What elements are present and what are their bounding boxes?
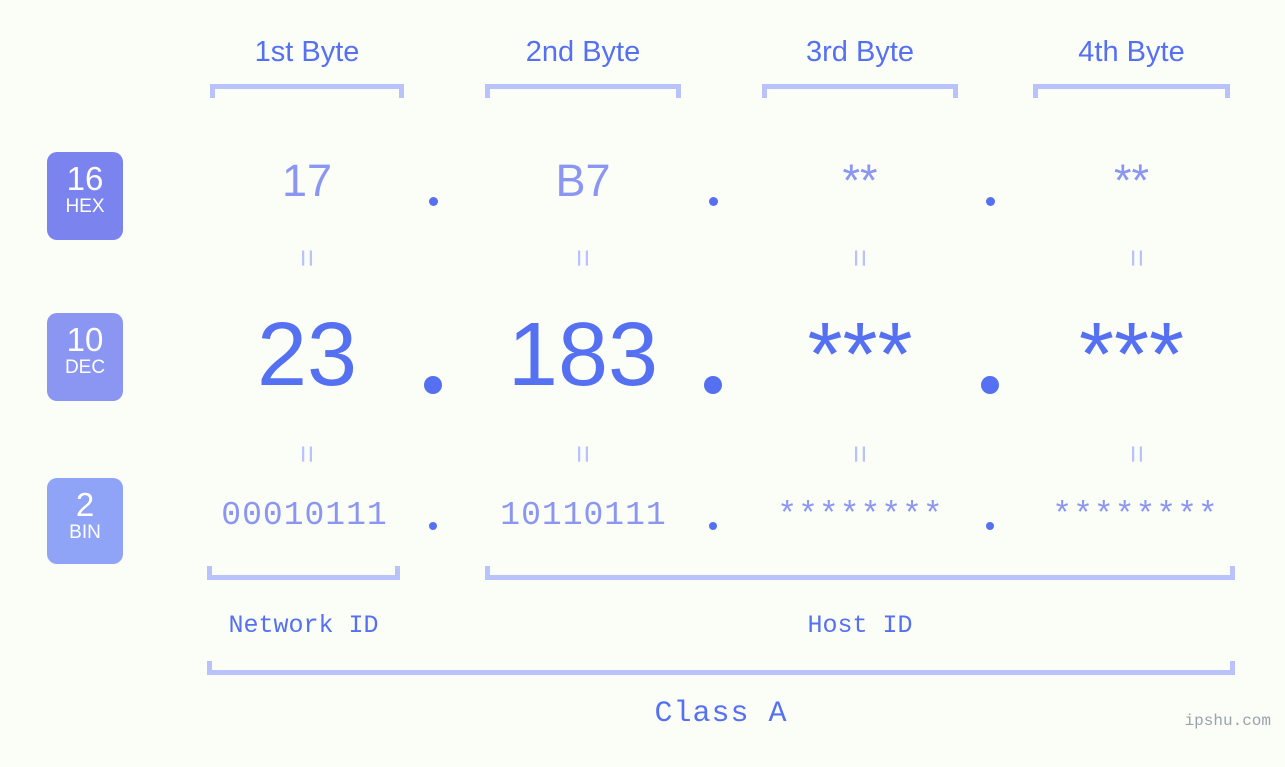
equals-separator-hex-dec-1: = [290, 248, 325, 268]
dec-dot-separator-1 [424, 376, 442, 394]
site-watermark: ipshu.com [1184, 712, 1271, 730]
hex-octet-2: B7 [555, 155, 611, 206]
base-badge-hex-number: 16 [66, 160, 104, 197]
equals-separator-hex-dec-4: = [1120, 248, 1155, 268]
byte-bracket-4 [1033, 84, 1230, 98]
byte-header-1: 1st Byte [254, 36, 360, 68]
byte-header-3: 3rd Byte [806, 36, 914, 68]
byte-header-2: 2nd Byte [525, 36, 641, 68]
base-badge-bin-label: BIN [69, 522, 101, 543]
base-badge-bin: 2 BIN [47, 478, 123, 564]
equals-separator-hex-dec-3: = [843, 248, 878, 268]
network-id-bracket [207, 566, 400, 580]
bin-octet-2: 10110111 [500, 497, 667, 534]
base-badge-dec: 10 DEC [47, 313, 123, 401]
bin-dot-separator-1 [429, 522, 437, 530]
base-badge-hex: 16 HEX [47, 152, 123, 240]
host-id-label: Host ID [807, 611, 913, 640]
byte-bracket-1 [210, 84, 404, 98]
dec-octet-3: *** [807, 305, 913, 405]
byte-header-4: 4th Byte [1078, 36, 1185, 68]
hex-dot-separator-1 [429, 197, 438, 206]
host-id-bracket [485, 566, 1235, 580]
equals-separator-dec-bin-2: = [566, 444, 601, 464]
equals-separator-dec-bin-3: = [843, 444, 878, 464]
dec-dot-separator-3 [981, 376, 999, 394]
byte-bracket-2 [485, 84, 681, 98]
hex-dot-separator-3 [986, 197, 995, 206]
equals-separator-dec-bin-1: = [290, 444, 325, 464]
base-badge-dec-label: DEC [64, 357, 106, 378]
hex-octet-1: 17 [281, 155, 333, 206]
dec-dot-separator-2 [704, 376, 722, 394]
bin-dot-separator-3 [986, 522, 994, 530]
bin-octet-3: ******** [777, 497, 944, 534]
bin-dot-separator-2 [709, 522, 717, 530]
equals-separator-dec-bin-4: = [1120, 444, 1155, 464]
bin-octet-1: 00010111 [221, 497, 388, 534]
base-badge-hex-label: HEX [65, 196, 105, 217]
dec-octet-1: 23 [256, 305, 358, 405]
ip-breakdown-diagram: 1st Byte 2nd Byte 3rd Byte 4th Byte 16 H… [0, 0, 1285, 767]
dec-octet-2: 183 [507, 305, 659, 405]
dec-octet-4: *** [1078, 305, 1185, 405]
byte-bracket-3 [762, 84, 958, 98]
bin-octet-4: ******** [1052, 497, 1219, 534]
hex-dot-separator-2 [709, 197, 718, 206]
equals-separator-hex-dec-2: = [566, 248, 601, 268]
base-badge-dec-number: 10 [66, 321, 104, 358]
class-label: Class A [654, 697, 788, 731]
network-id-label: Network ID [228, 611, 379, 640]
base-badge-bin-number: 2 [75, 486, 95, 523]
hex-octet-3: ** [842, 155, 878, 206]
class-bracket [207, 661, 1235, 675]
hex-octet-4: ** [1113, 155, 1150, 206]
